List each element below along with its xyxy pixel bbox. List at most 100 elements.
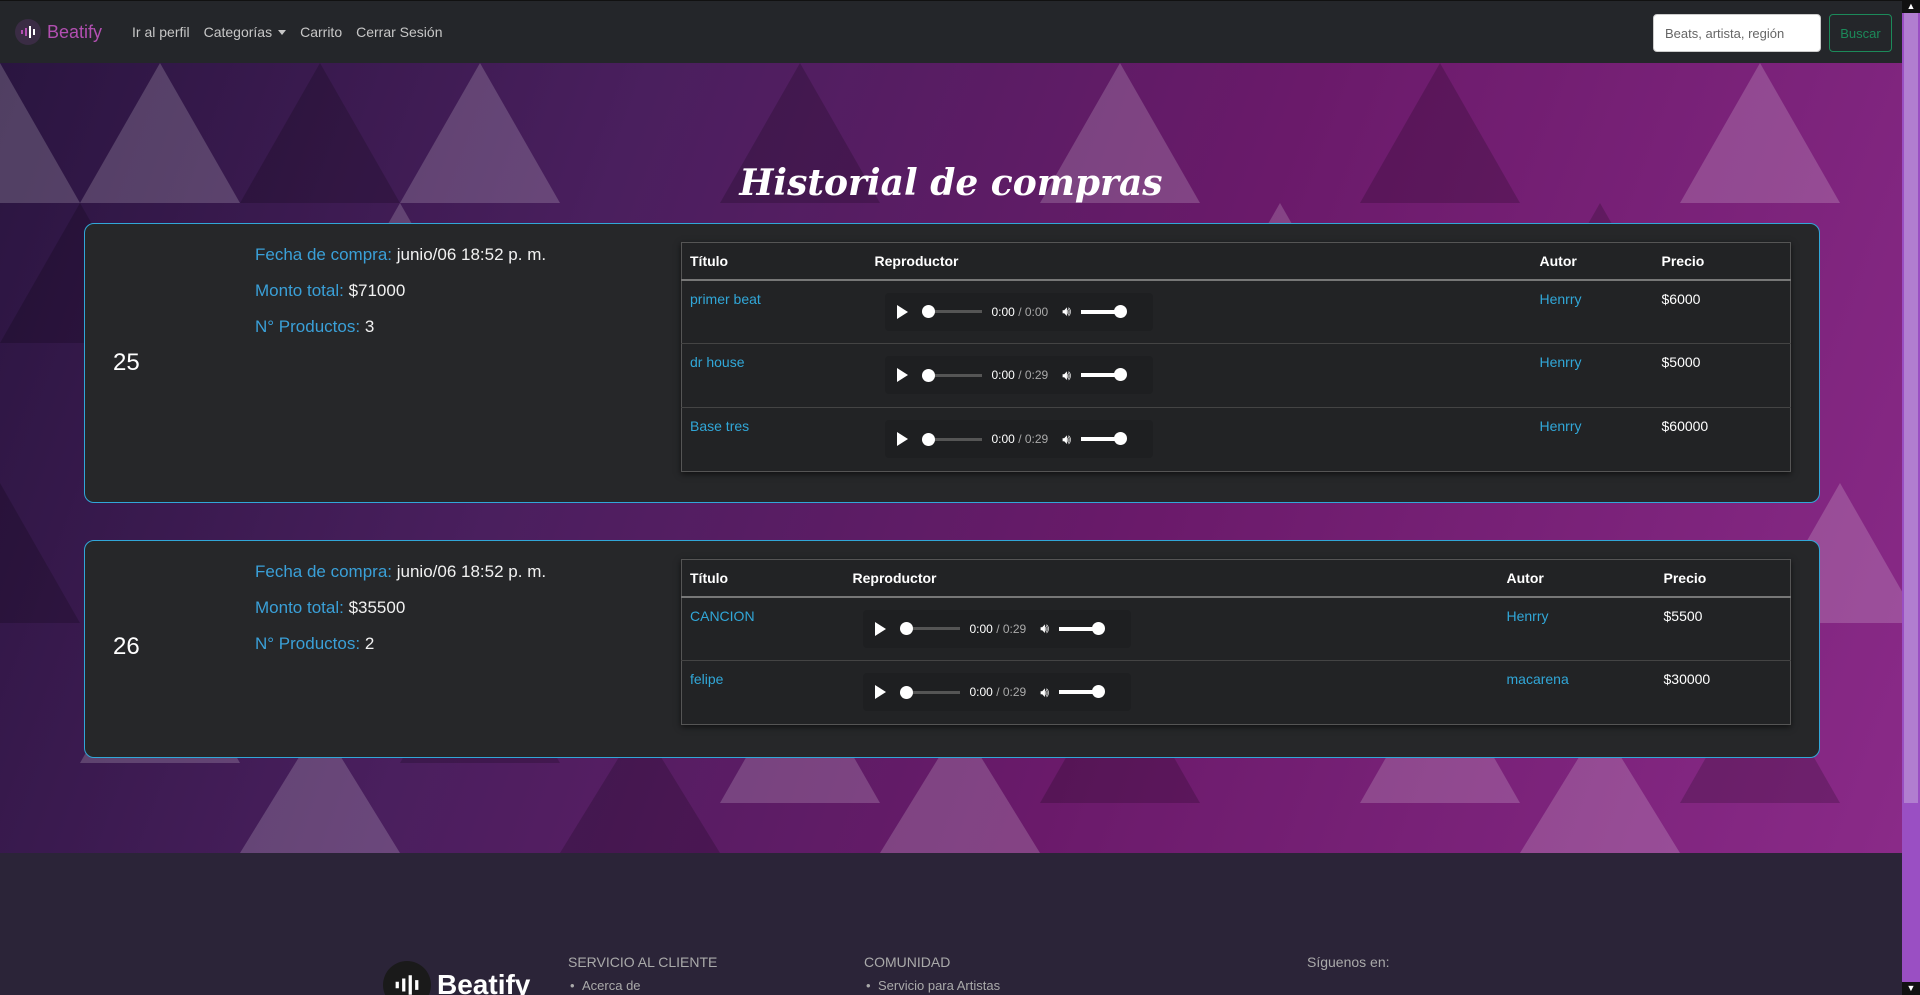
item-title-link[interactable]: primer beat: [690, 291, 761, 307]
audio-player: 0:00 / 0:29 🔊︎: [884, 356, 1153, 394]
order-id: 26: [113, 633, 140, 660]
table-header-row: Título Reproductor Autor Precio: [681, 242, 1791, 281]
audio-player: 0:00 / 0:29 🔊︎: [862, 673, 1131, 711]
label-productos: N° Productos:: [255, 634, 361, 653]
volume-icon[interactable]: 🔊︎: [1062, 367, 1071, 384]
navbar: Beatify Ir al perfil Categorías Carrito …: [0, 0, 1902, 63]
footer-col-social: Síguenos en:: [1307, 954, 1390, 970]
brand-name: Beatify: [47, 21, 103, 42]
order-productos: 2: [364, 634, 375, 653]
audio-player: 0:00 / 0:29 🔊︎: [884, 420, 1153, 458]
footer-link[interactable]: Acerca de: [570, 978, 717, 993]
nav-link-profile[interactable]: Ir al perfil: [132, 24, 190, 40]
nav-link-logout[interactable]: Cerrar Sesión: [356, 24, 442, 40]
seek-slider[interactable]: [921, 432, 982, 446]
seek-slider[interactable]: [921, 368, 982, 382]
player-time: 0:00 / 0:00: [991, 304, 1049, 319]
audio-player: 0:00 / 0:29 🔊︎: [862, 609, 1131, 648]
label-monto: Monto total:: [255, 598, 344, 617]
item-title-link[interactable]: CANCION: [690, 608, 755, 624]
header-titulo: Título: [681, 559, 845, 598]
header-precio: Precio: [1653, 242, 1791, 281]
label-monto: Monto total:: [255, 281, 344, 300]
item-author-link[interactable]: Henrry: [1540, 418, 1582, 434]
caret-down-icon: [278, 29, 287, 35]
order-card: 26 Fecha de compra: junio/06 18:52 p. m.…: [84, 540, 1820, 758]
volume-slider[interactable]: [1081, 432, 1128, 445]
nav-link-categories[interactable]: Categorías: [203, 24, 287, 40]
header-reproductor: Reproductor: [844, 559, 1499, 598]
header-titulo: Título: [681, 242, 867, 281]
player-time: 0:00 / 0:29: [969, 621, 1027, 636]
play-icon[interactable]: [874, 685, 886, 699]
footer: Beatify SERVICIO AL CLIENTE Acerca de CO…: [0, 853, 1902, 995]
seek-slider[interactable]: [899, 622, 960, 635]
seek-slider[interactable]: [899, 685, 960, 699]
play-icon[interactable]: [896, 432, 908, 446]
item-author-link[interactable]: macarena: [1507, 671, 1569, 687]
volume-icon[interactable]: 🔊︎: [1040, 620, 1049, 637]
sound-wave-icon: [383, 961, 431, 995]
item-title-link[interactable]: dr house: [690, 354, 744, 370]
search-input[interactable]: [1653, 14, 1821, 52]
footer-heading: COMUNIDAD: [864, 954, 951, 970]
item-author-link[interactable]: Henrry: [1540, 354, 1582, 370]
page-title: Historial de compras: [739, 162, 1163, 204]
order-card: 25 Fecha de compra: junio/06 18:52 p. m.…: [84, 223, 1820, 503]
play-icon[interactable]: [896, 368, 908, 382]
volume-icon[interactable]: 🔊︎: [1062, 303, 1071, 320]
scrollbar-thumb[interactable]: [1904, 13, 1918, 803]
label-productos: N° Productos:: [255, 317, 361, 336]
order-id: 25: [113, 349, 140, 376]
label-fecha: Fecha de compra:: [255, 562, 393, 581]
header-reproductor: Reproductor: [866, 242, 1532, 281]
footer-link[interactable]: Servicio para Artistas: [866, 978, 1000, 993]
footer-col-comunidad: COMUNIDAD Servicio para Artistas: [864, 954, 1000, 993]
item-author-link[interactable]: Henrry: [1540, 291, 1582, 307]
item-author-link[interactable]: Henrry: [1507, 608, 1549, 624]
table-row: CANCION 0:00 / 0:29 🔊︎ Henrry $5500: [681, 596, 1791, 661]
items-table: Título Reproductor Autor Precio primer b…: [681, 242, 1791, 472]
seek-slider[interactable]: [921, 305, 982, 318]
volume-slider[interactable]: [1081, 304, 1128, 318]
header-precio: Precio: [1655, 559, 1791, 598]
brand[interactable]: Beatify: [15, 19, 102, 45]
table-row: dr house 0:00 / 0:29 🔊︎ Henrry $5000: [681, 343, 1791, 408]
item-price: $5500: [1663, 607, 1703, 624]
nav-link-cart[interactable]: Carrito: [300, 24, 342, 40]
search-button[interactable]: Buscar: [1829, 14, 1892, 52]
footer-heading: Síguenos en:: [1307, 954, 1390, 970]
item-price: $6000: [1661, 290, 1701, 307]
order-fecha: junio/06 18:52 p. m.: [396, 562, 547, 581]
sound-wave-icon: [15, 19, 41, 45]
player-time: 0:00 / 0:29: [969, 685, 1027, 699]
label-fecha: Fecha de compra:: [255, 245, 393, 264]
footer-heading: SERVICIO AL CLIENTE: [568, 954, 718, 970]
order-productos: 3: [364, 317, 375, 336]
table-row: felipe 0:00 / 0:29 🔊︎ macarena $30000: [682, 661, 1791, 725]
volume-icon[interactable]: 🔊︎: [1040, 684, 1049, 701]
footer-col-servicio: SERVICIO AL CLIENTE Acerca de: [568, 954, 717, 993]
volume-slider[interactable]: [1059, 621, 1106, 635]
audio-player: 0:00 / 0:00 🔊︎: [884, 292, 1153, 331]
volume-slider[interactable]: [1081, 368, 1128, 381]
order-info: Fecha de compra: junio/06 18:52 p. m. Mo…: [255, 244, 546, 352]
player-time: 0:00 / 0:29: [991, 368, 1049, 382]
play-icon[interactable]: [874, 621, 886, 636]
order-fecha: junio/06 18:52 p. m.: [396, 245, 547, 264]
play-icon[interactable]: [896, 304, 908, 319]
nav-links: Ir al perfil Categorías Carrito Cerrar S…: [132, 24, 456, 40]
nav-link-label: Categorías: [203, 24, 273, 40]
item-title-link[interactable]: Base tres: [690, 418, 749, 434]
scroll-up-icon[interactable]: ▲: [1902, 0, 1920, 13]
table-row: Base tres 0:00 / 0:29 🔊︎ Henrry $60000: [682, 408, 1791, 472]
scroll-down-icon[interactable]: ▼: [1902, 982, 1920, 995]
footer-brand[interactable]: Beatify: [383, 961, 530, 995]
table-row: primer beat 0:00 / 0:00 🔊︎ Henrry $6000: [681, 279, 1791, 344]
volume-slider[interactable]: [1059, 685, 1106, 698]
volume-icon[interactable]: 🔊︎: [1062, 431, 1071, 448]
header-autor: Autor: [1531, 242, 1654, 281]
item-title-link[interactable]: felipe: [690, 671, 723, 687]
footer-brand-name: Beatify: [437, 969, 531, 995]
header-autor: Autor: [1498, 559, 1656, 598]
